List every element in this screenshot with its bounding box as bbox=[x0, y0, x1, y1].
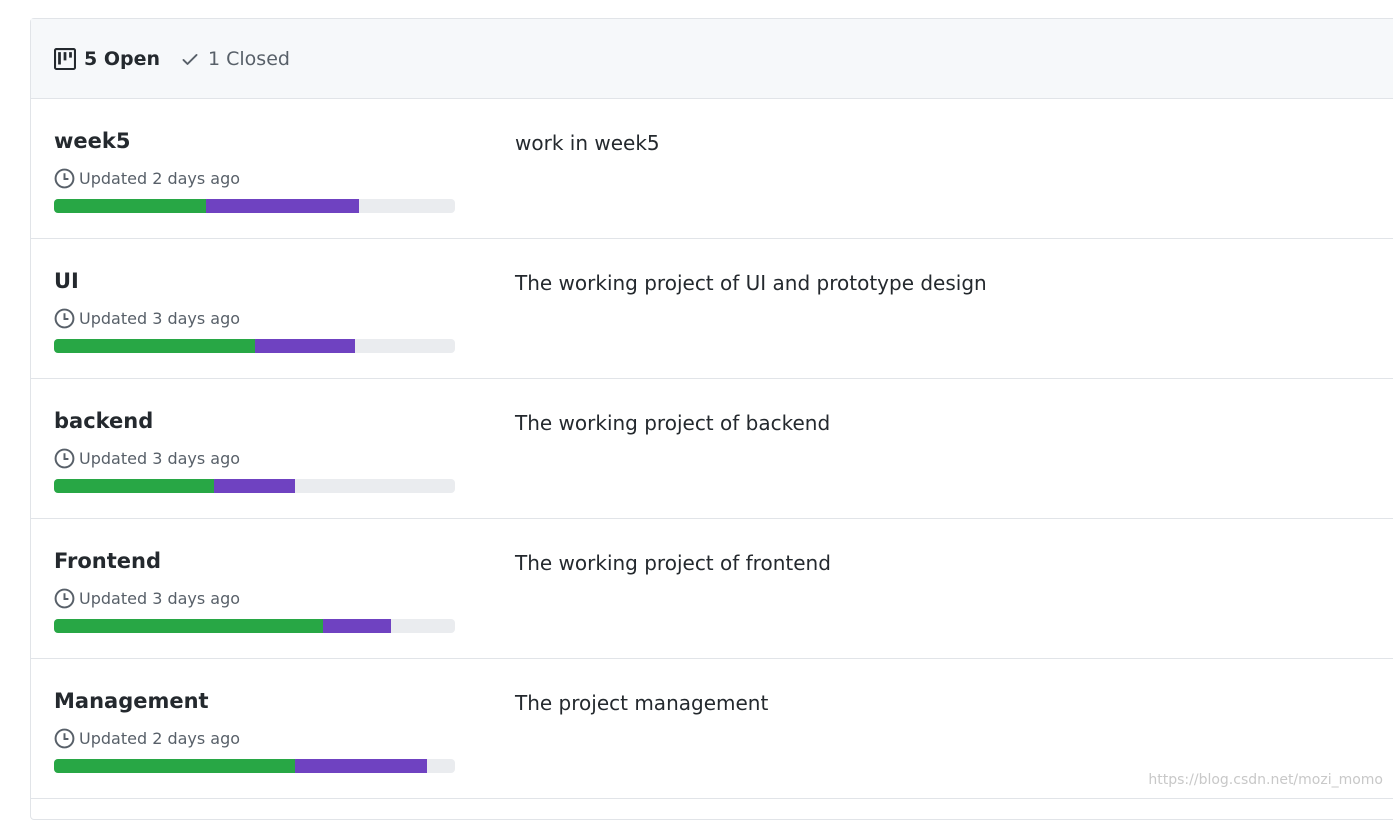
progress-bar bbox=[54, 199, 455, 213]
progress-bar bbox=[54, 759, 455, 773]
updated-text: Updated 3 days ago bbox=[79, 589, 241, 608]
open-projects-tab[interactable]: 5 Open bbox=[54, 47, 160, 70]
clock-icon bbox=[54, 168, 75, 189]
progress-done bbox=[54, 619, 323, 633]
progress-in-progress bbox=[254, 339, 355, 353]
clock-icon bbox=[54, 728, 75, 749]
updated-text: Updated 2 days ago bbox=[79, 729, 241, 748]
clock-icon bbox=[54, 588, 75, 609]
open-count-label: 5 Open bbox=[84, 47, 160, 70]
project-row: UI Updated 3 days ago The working projec… bbox=[31, 239, 1393, 379]
progress-in-progress bbox=[322, 619, 391, 633]
project-row: backend Updated 3 days ago The working p… bbox=[31, 379, 1393, 519]
project-name-link[interactable]: backend bbox=[54, 409, 153, 433]
updated-text: Updated 3 days ago bbox=[79, 449, 241, 468]
progress-done bbox=[54, 339, 255, 353]
project-icon bbox=[54, 47, 76, 70]
check-icon bbox=[182, 53, 198, 65]
progress-in-progress bbox=[214, 479, 295, 493]
project-description: The working project of frontend bbox=[515, 551, 831, 575]
project-row: Frontend Updated 3 days ago The working … bbox=[31, 519, 1393, 659]
closed-projects-tab[interactable]: 1 Closed bbox=[180, 48, 290, 70]
clock-icon bbox=[54, 308, 75, 329]
project-row: week5 Updated 2 days ago work in week5 bbox=[31, 99, 1393, 239]
updated-text: Updated 3 days ago bbox=[79, 309, 241, 328]
clock-icon bbox=[54, 448, 75, 469]
progress-bar bbox=[54, 479, 455, 493]
project-updated: Updated 3 days ago bbox=[54, 588, 240, 609]
project-name-link[interactable]: UI bbox=[54, 269, 79, 293]
project-name-link[interactable]: Frontend bbox=[54, 549, 161, 573]
progress-bar bbox=[54, 619, 455, 633]
progress-done bbox=[54, 479, 215, 493]
project-list: week5 Updated 2 days ago work in week5 U… bbox=[31, 99, 1393, 799]
projects-header: 5 Open 1 Closed bbox=[31, 19, 1393, 99]
project-name-link[interactable]: week5 bbox=[54, 129, 130, 153]
project-description: The working project of backend bbox=[515, 411, 831, 435]
project-updated: Updated 3 days ago bbox=[54, 308, 240, 329]
project-name-link[interactable]: Management bbox=[54, 689, 209, 713]
progress-in-progress bbox=[206, 199, 359, 213]
projects-panel: 5 Open 1 Closed week5 Updated 2 days ago… bbox=[30, 18, 1393, 820]
project-description: The project management bbox=[515, 691, 769, 715]
project-description: work in week5 bbox=[515, 131, 660, 155]
project-description: The working project of UI and prototype … bbox=[515, 271, 987, 295]
watermark: https://blog.csdn.net/mozi_momo bbox=[1148, 772, 1383, 788]
project-updated: Updated 2 days ago bbox=[54, 728, 240, 749]
progress-done bbox=[54, 759, 295, 773]
closed-count-label: 1 Closed bbox=[208, 47, 290, 70]
project-updated: Updated 2 days ago bbox=[54, 168, 240, 189]
progress-bar bbox=[54, 339, 455, 353]
project-updated: Updated 3 days ago bbox=[54, 448, 240, 469]
updated-text: Updated 2 days ago bbox=[79, 169, 241, 188]
progress-done bbox=[54, 199, 207, 213]
progress-in-progress bbox=[294, 759, 427, 773]
